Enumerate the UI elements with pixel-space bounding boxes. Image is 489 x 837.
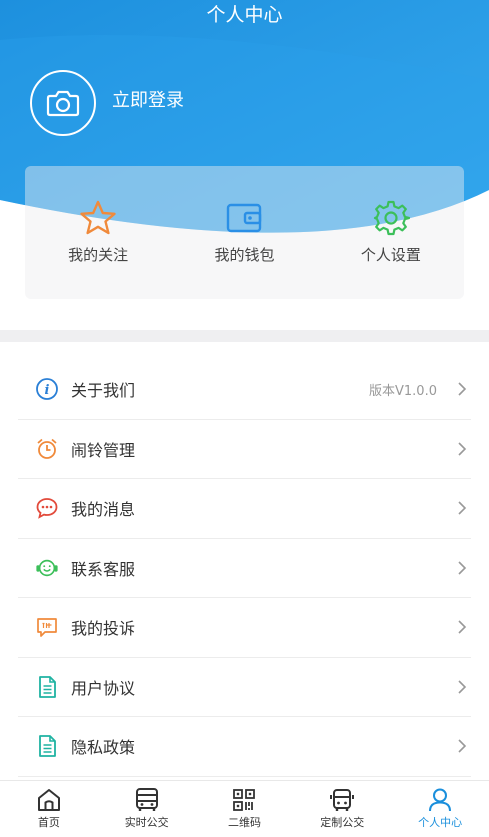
message-icon (35, 496, 59, 520)
chevron-right-icon (458, 739, 467, 753)
menu-item-label: 关于我们 (71, 381, 136, 401)
section-divider (0, 330, 489, 342)
tab-label: 定制公交 (320, 816, 365, 829)
svg-text:i: i (45, 383, 50, 398)
menu-item-customer-service[interactable]: 联系客服 (18, 539, 471, 598)
menu-item-privacy-policy[interactable]: 隐私政策 (18, 717, 471, 777)
tab-profile[interactable]: 个人中心 (391, 781, 489, 837)
chevron-right-icon (458, 680, 467, 694)
chevron-right-icon (458, 382, 467, 396)
menu-item-user-agreement[interactable]: 用户协议 (18, 658, 471, 717)
tab-label: 首页 (37, 816, 60, 829)
menu-item-label: 闹铃管理 (71, 440, 136, 460)
home-icon (37, 789, 60, 811)
settings-menu: i 关于我们 版本V1.0.0 闹铃管理 我的消息 联系客服 我的投诉 用户协议… (0, 360, 489, 777)
user-icon (429, 788, 452, 812)
menu-item-label: 我的投诉 (71, 619, 136, 639)
menu-item-about[interactable]: i 关于我们 版本V1.0.0 (18, 360, 471, 420)
qrcode-icon (233, 789, 256, 811)
tab-custom-bus[interactable]: 定制公交 (293, 781, 391, 837)
login-link[interactable]: 立即登录 (112, 88, 184, 114)
quick-action-label: 我的关注 (68, 246, 129, 264)
tab-label: 个人中心 (418, 816, 463, 829)
quick-action-follow[interactable]: 我的关注 (25, 166, 171, 299)
custom-bus-icon (330, 789, 355, 811)
tab-label: 二维码 (227, 816, 261, 829)
chevron-right-icon (458, 442, 467, 456)
wallet-icon (227, 203, 262, 233)
chevron-right-icon (458, 501, 467, 515)
menu-item-label: 用户协议 (71, 678, 136, 698)
chevron-right-icon (458, 620, 467, 634)
avatar-button[interactable] (30, 70, 96, 136)
bottom-tab-bar: 首页 实时公交 二维码 定制公交 个人中心 (0, 780, 489, 837)
chevron-right-icon (458, 561, 467, 575)
alarm-clock-icon (35, 437, 59, 461)
menu-item-label: 我的消息 (71, 500, 136, 520)
headset-icon (35, 556, 59, 580)
document-icon (35, 675, 59, 699)
quick-action-label: 我的钱包 (214, 246, 275, 264)
menu-item-label: 隐私政策 (71, 738, 136, 758)
gear-icon (373, 200, 410, 236)
bus-icon (135, 788, 158, 811)
camera-icon (46, 90, 80, 117)
menu-item-label: 联系客服 (71, 559, 136, 579)
tab-qrcode[interactable]: 二维码 (196, 781, 294, 837)
menu-item-complaints[interactable]: 我的投诉 (18, 598, 471, 658)
menu-item-alarm[interactable]: 闹铃管理 (18, 420, 471, 479)
complaint-icon (35, 615, 59, 639)
tab-label: 实时公交 (124, 816, 169, 829)
info-icon: i (35, 377, 59, 401)
star-icon (80, 200, 116, 235)
menu-item-messages[interactable]: 我的消息 (18, 479, 471, 539)
tab-home[interactable]: 首页 (0, 781, 98, 837)
page-title: 个人中心 (206, 4, 283, 26)
document-icon (35, 734, 59, 758)
tab-realtime-bus[interactable]: 实时公交 (98, 781, 196, 837)
quick-action-settings[interactable]: 个人设置 (318, 166, 464, 299)
version-label: 版本V1.0.0 (369, 383, 437, 399)
quick-actions-card: 我的关注 我的钱包 个人设置 (25, 166, 464, 299)
quick-action-label: 个人设置 (360, 246, 421, 264)
quick-action-wallet[interactable]: 我的钱包 (171, 166, 317, 299)
